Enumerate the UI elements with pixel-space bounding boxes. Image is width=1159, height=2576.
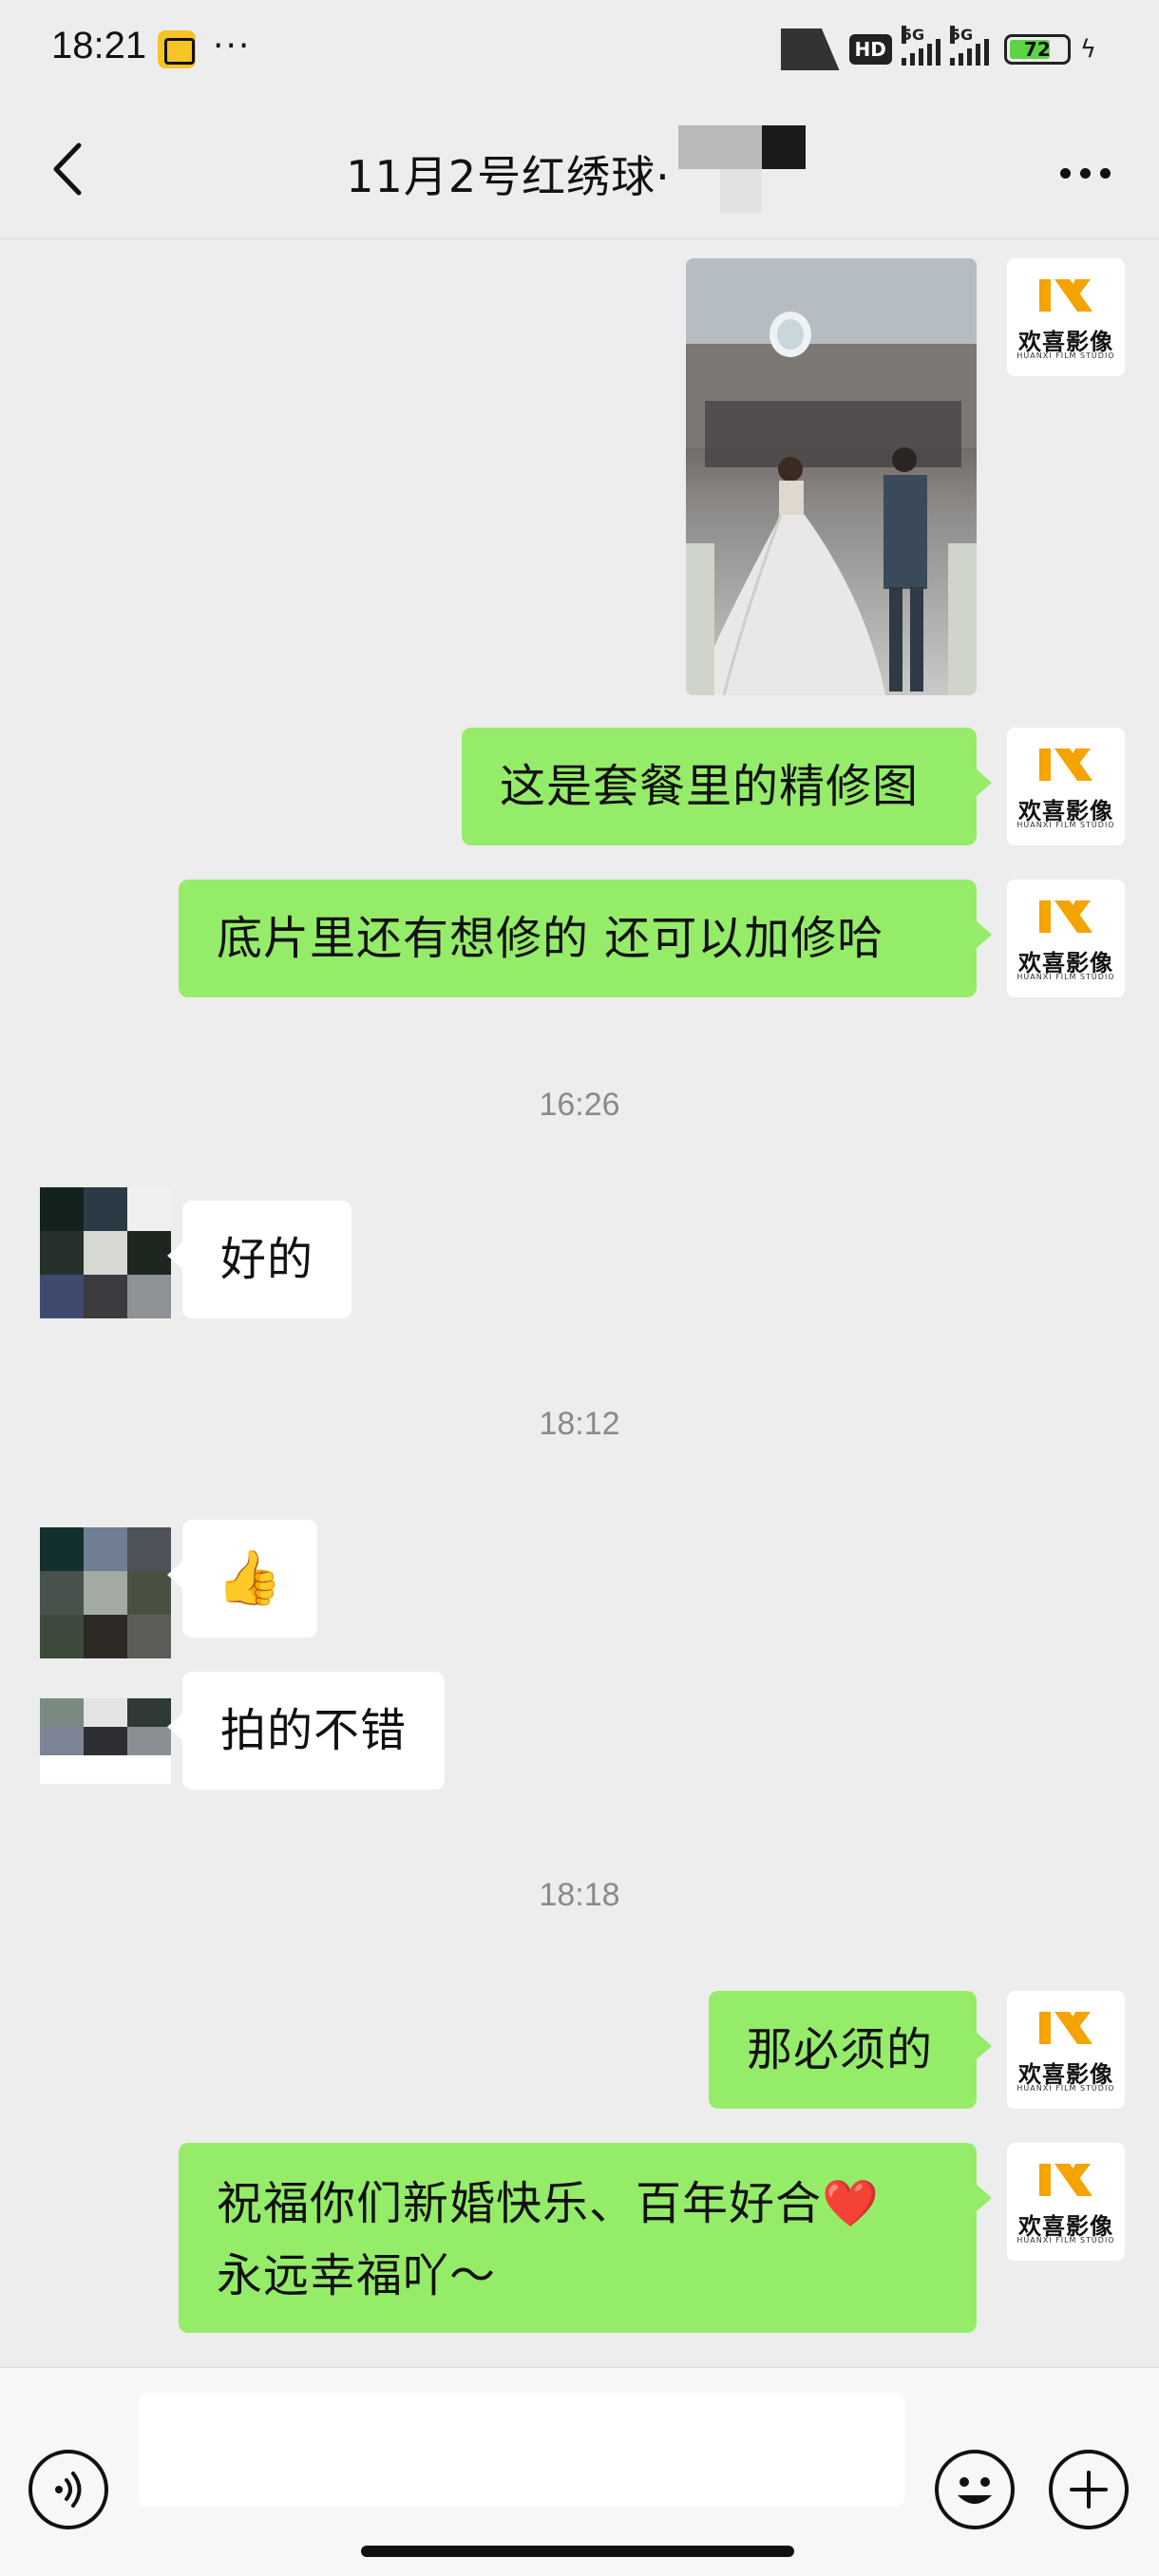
brand-subtitle: HUANXI FILM STUDIO	[1016, 351, 1115, 360]
status-bar: 18:21 ··· HD 5G 5G 72 ϟ	[0, 0, 1159, 99]
my-avatar[interactable]: 欢喜影像 HUANXI FILM STUDIO	[1007, 2143, 1125, 2261]
chat-header: 11月2号红绣球·	[0, 99, 1159, 239]
hd-badge: HD	[848, 34, 892, 65]
redaction-mosaic	[678, 125, 808, 213]
voice-button[interactable]	[28, 2450, 108, 2529]
input-bar	[0, 2367, 1159, 2576]
timestamp: 16:26	[539, 1087, 620, 1123]
timestamp: 18:18	[539, 1877, 620, 1913]
signal-icon: 5G	[949, 26, 989, 66]
home-indicator[interactable]	[361, 2546, 794, 2557]
my-avatar[interactable]: 欢喜影像 HUANXI FILM STUDIO	[1007, 728, 1125, 845]
brand-logo-icon	[1039, 279, 1092, 312]
app-notification-icon	[158, 30, 196, 68]
status-overflow: ···	[213, 27, 252, 66]
wedding-photo-message[interactable]	[686, 258, 977, 695]
plus-icon	[1070, 2471, 1108, 2509]
brand-logo-icon	[1039, 2164, 1092, 2196]
message-bubble-received[interactable]: 好的	[166, 1201, 352, 1318]
message-bubble-sent[interactable]: 那必须的	[709, 1991, 992, 2109]
brand-logo-icon	[1039, 2012, 1092, 2044]
timestamp: 18:12	[539, 1406, 620, 1442]
message-bubble-sent[interactable]: 这是套餐里的精修图	[462, 728, 992, 845]
brand-subtitle: HUANXI FILM STUDIO	[1016, 973, 1115, 981]
status-time: 18:21	[51, 25, 147, 66]
emoji-message[interactable]: 👍	[167, 1520, 317, 1638]
message-bubble-sent[interactable]: 祝福你们新婚快乐、百年好合❤️ 永远幸福吖～	[179, 2143, 992, 2333]
brand-logo-icon	[1039, 900, 1092, 933]
contact-avatar[interactable]	[40, 1187, 171, 1318]
my-avatar[interactable]: 欢喜影像 HUANXI FILM STUDIO	[1007, 880, 1125, 997]
wedding-photo	[686, 258, 977, 695]
signal-icon: 5G	[901, 26, 940, 66]
brand-subtitle: HUANXI FILM STUDIO	[1016, 2084, 1115, 2093]
network-label: 5G	[949, 26, 974, 44]
redaction-block	[780, 28, 840, 70]
my-avatar[interactable]: 欢喜影像 HUANXI FILM STUDIO	[1007, 1991, 1125, 2109]
battery-level: 72	[1023, 38, 1051, 61]
plus-button[interactable]	[1049, 2450, 1129, 2529]
contact-avatar[interactable]	[40, 1527, 171, 1658]
more-dots-icon	[1059, 167, 1071, 179]
brand-subtitle: HUANXI FILM STUDIO	[1016, 821, 1115, 829]
brand-logo-icon	[1039, 748, 1092, 781]
battery-icon: 72	[1003, 34, 1071, 65]
chat-title: 11月2号红绣球·	[0, 142, 1159, 205]
status-indicators: HD 5G 5G 72 ϟ	[780, 26, 1096, 70]
emoji-icon	[958, 2477, 992, 2504]
chat-title-text: 11月2号红绣球·	[346, 151, 671, 202]
message-input[interactable]	[139, 2393, 904, 2507]
more-button[interactable]	[1049, 144, 1121, 201]
contact-avatar[interactable]	[40, 1698, 171, 1784]
message-bubble-received[interactable]: 拍的不错	[166, 1672, 446, 1790]
voice-icon	[55, 2472, 82, 2508]
emoji-button[interactable]	[935, 2450, 1015, 2529]
bolt-icon: ϟ	[1079, 35, 1096, 64]
message-bubble-sent[interactable]: 底片里还有想修的 还可以加修哈	[179, 880, 992, 997]
brand-subtitle: HUANXI FILM STUDIO	[1016, 2236, 1115, 2245]
my-avatar[interactable]: 欢喜影像 HUANXI FILM STUDIO	[1007, 258, 1125, 376]
network-label: 5G	[901, 26, 925, 44]
